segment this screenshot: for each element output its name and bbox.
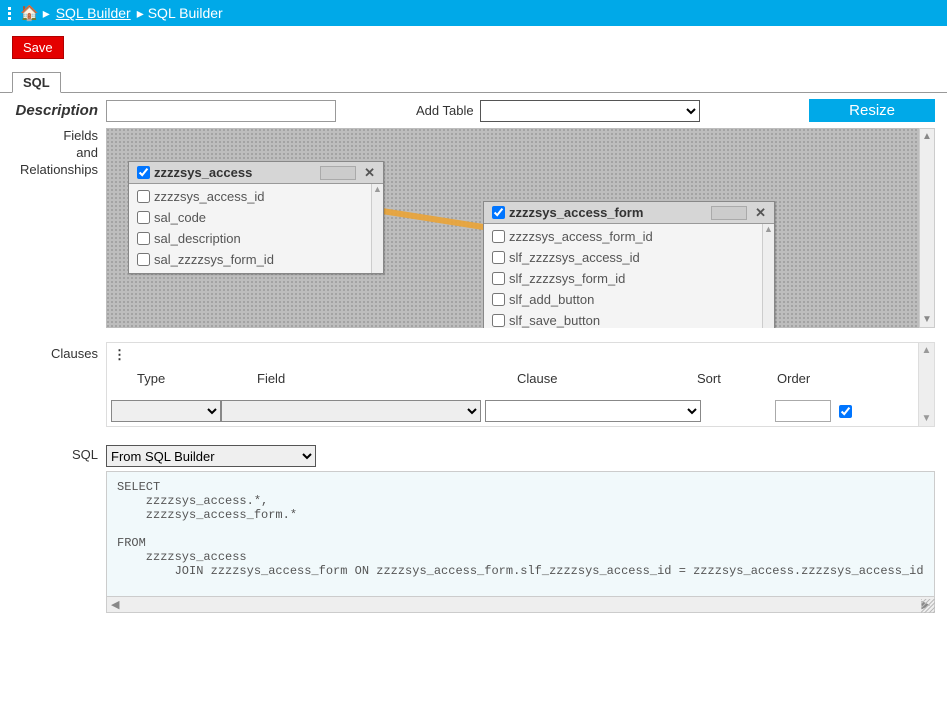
col-sort: Sort (697, 371, 777, 386)
clauses-header: Type Field Clause Sort Order (107, 367, 918, 396)
add-table-label: Add Table (416, 103, 474, 118)
top-bar: 🏠 ▸ SQL Builder ▸ SQL Builder (0, 0, 947, 26)
clause-clause-select[interactable] (485, 400, 701, 422)
home-icon[interactable]: 🏠 (20, 4, 39, 22)
column-checkbox[interactable] (137, 211, 150, 224)
resize-grip-icon[interactable] (921, 599, 935, 613)
column-sal_zzzzsys_form_id[interactable]: sal_zzzzsys_form_id (133, 249, 369, 270)
table-drag-handle[interactable] (320, 166, 356, 180)
sql-textarea[interactable]: SELECT zzzzsys_access.*, zzzzsys_access_… (107, 472, 934, 596)
table-columns: zzzzsys_access_id sal_code sal_description… (129, 184, 383, 273)
column-sal_description[interactable]: sal_description (133, 228, 369, 249)
table-columns: zzzzsys_access_form_id slf_zzzzsys_access… (484, 224, 774, 328)
clause-row (107, 396, 918, 426)
column-slf_save_button[interactable]: slf_save_button (488, 310, 760, 328)
clauses-section: Clauses ⋮ Type Field Clause Sort Order ▲… (0, 338, 947, 431)
column-checkbox[interactable] (137, 190, 150, 203)
sql-label: SQL (6, 445, 106, 467)
column-zzzzsys_access_id[interactable]: zzzzsys_access_id (133, 186, 369, 207)
column-checkbox[interactable] (492, 314, 505, 327)
breadcrumb-current: SQL Builder (148, 5, 223, 21)
resize-button[interactable]: Resize (809, 99, 935, 122)
menu-dots-icon[interactable] (8, 7, 14, 20)
description-input[interactable] (106, 100, 336, 122)
table-scrollbar[interactable]: ▲ (371, 184, 383, 273)
table-name: zzzzsys_access (154, 165, 252, 180)
fields-section: Fields and Relationships zzzzsys_access ✕… (0, 124, 947, 332)
description-label: Description (6, 102, 106, 119)
table-title[interactable]: zzzzsys_access_form ✕ (484, 202, 774, 224)
col-order: Order (777, 371, 857, 386)
clauses-scrollbar[interactable]: ▲▼ (918, 343, 934, 426)
clause-field-select[interactable] (221, 400, 481, 422)
column-name: sal_zzzzsys_form_id (154, 252, 274, 267)
tab-strip: SQL (0, 65, 947, 93)
tab-sql[interactable]: SQL (12, 72, 61, 93)
column-name: slf_zzzzsys_form_id (509, 271, 625, 286)
relationship-canvas[interactable]: zzzzsys_access ✕ zzzzsys_access_id sal_code… (106, 128, 919, 328)
column-name: sal_code (154, 210, 206, 225)
clause-enable-checkbox[interactable] (839, 405, 852, 418)
sql-source-row: SQL From SQL Builder (0, 441, 947, 471)
column-checkbox[interactable] (492, 230, 505, 243)
column-name: slf_zzzzsys_access_id (509, 250, 640, 265)
column-slf_zzzzsys_access_id[interactable]: slf_zzzzsys_access_id (488, 247, 760, 268)
column-checkbox[interactable] (137, 253, 150, 266)
column-checkbox[interactable] (492, 251, 505, 264)
breadcrumb-sep: ▸ (43, 5, 50, 22)
sql-text-row: SELECT zzzzsys_access.*, zzzzsys_access_… (0, 471, 947, 617)
breadcrumb-sep: ▸ (137, 5, 144, 22)
table-select-checkbox[interactable] (492, 206, 505, 219)
column-name: zzzzsys_access_form_id (509, 229, 653, 244)
col-field: Field (257, 371, 517, 386)
table-drag-handle[interactable] (711, 206, 747, 220)
fields-label: Fields and Relationships (6, 128, 106, 328)
column-sal_code[interactable]: sal_code (133, 207, 369, 228)
table-scrollbar[interactable]: ▲ (762, 224, 774, 328)
clause-type-select[interactable] (111, 400, 221, 422)
table-title[interactable]: zzzzsys_access ✕ (129, 162, 383, 184)
column-checkbox[interactable] (492, 293, 505, 306)
column-zzzzsys_access_form_id[interactable]: zzzzsys_access_form_id (488, 226, 760, 247)
save-button[interactable]: Save (12, 36, 64, 59)
column-name: slf_add_button (509, 292, 594, 307)
column-name: sal_description (154, 231, 241, 246)
column-checkbox[interactable] (137, 232, 150, 245)
toolbar: Save (0, 26, 947, 65)
column-name: zzzzsys_access_id (154, 189, 265, 204)
clauses-menu-icon[interactable]: ⋮ (107, 343, 918, 367)
breadcrumb-link[interactable]: SQL Builder (56, 5, 131, 21)
table-box-zzzzsys_access[interactable]: zzzzsys_access ✕ zzzzsys_access_id sal_code… (128, 161, 384, 274)
column-checkbox[interactable] (492, 272, 505, 285)
sql-h-scrollbar[interactable]: ◀▶ (107, 596, 934, 612)
col-clause: Clause (517, 371, 697, 386)
canvas-scrollbar[interactable]: ▲▼ (919, 128, 935, 328)
column-slf_zzzzsys_form_id[interactable]: slf_zzzzsys_form_id (488, 268, 760, 289)
table-select-checkbox[interactable] (137, 166, 150, 179)
column-name: slf_save_button (509, 313, 600, 328)
sql-source-select[interactable]: From SQL Builder (106, 445, 316, 467)
add-table-select[interactable] (480, 100, 700, 122)
table-box-zzzzsys_access_form[interactable]: zzzzsys_access_form ✕ zzzzsys_access_form_… (483, 201, 775, 328)
clauses-label: Clauses (6, 342, 106, 427)
close-icon[interactable]: ✕ (751, 205, 770, 221)
table-name: zzzzsys_access_form (509, 205, 643, 220)
close-icon[interactable]: ✕ (360, 165, 379, 181)
col-type: Type (137, 371, 257, 386)
header-row: Description Add Table Resize (0, 93, 947, 124)
column-slf_add_button[interactable]: slf_add_button (488, 289, 760, 310)
clause-order-input[interactable] (775, 400, 831, 422)
